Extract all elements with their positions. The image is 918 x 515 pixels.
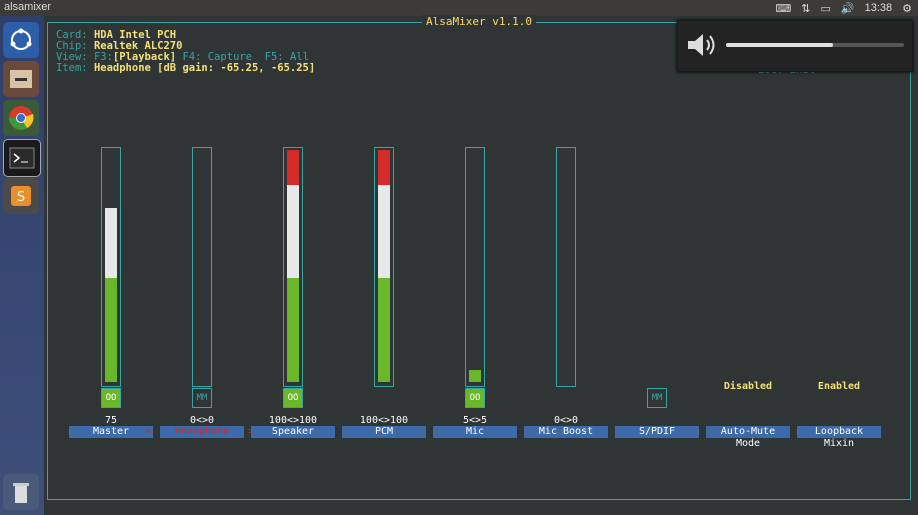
bar-fill-green <box>378 278 390 382</box>
bar-fill-white <box>105 208 117 278</box>
selection-left-marker: < <box>146 426 153 437</box>
system-tray: ⌨ ⇅ ▭ 🔊 13:38 ⚙ <box>775 0 912 16</box>
bar-fill-green <box>469 370 481 382</box>
trash-icon[interactable] <box>3 474 39 510</box>
control-name-7[interactable]: Auto-Mute Mode <box>706 426 790 449</box>
control-value-3: 100<>100 <box>359 415 409 426</box>
mute-toggle-2[interactable]: OO <box>283 388 303 408</box>
control-name-2[interactable]: Speaker <box>251 426 335 438</box>
chrome-icon[interactable] <box>3 100 39 136</box>
clock[interactable]: 13:38 <box>865 2 893 14</box>
speaker-icon <box>688 34 715 56</box>
control-value-4: 5<>5 <box>462 415 488 426</box>
control-status-7: Disabled <box>723 381 773 392</box>
terminal-icon[interactable] <box>3 139 41 177</box>
control-name-0[interactable]: Master <box>69 426 153 438</box>
alsamixer-title: AlsaMixer v1.1.0 <box>422 15 536 28</box>
bar-fill-red <box>378 150 390 185</box>
launcher: S <box>0 16 44 515</box>
files-icon[interactable] <box>3 61 39 97</box>
mute-toggle-0[interactable]: OO <box>101 388 121 408</box>
control-value-5: 0<>0 <box>553 415 579 426</box>
ubuntu-dash-icon[interactable] <box>3 22 39 58</box>
control-value-2: 100<>100 <box>268 415 318 426</box>
control-name-3[interactable]: PCM <box>342 426 426 438</box>
svg-text:S: S <box>17 190 25 205</box>
bar-fill-white <box>378 185 390 278</box>
volume-bar-2[interactable] <box>283 147 303 387</box>
volume-bar-1[interactable] <box>192 147 212 387</box>
mute-toggle-4[interactable]: OO <box>465 388 485 408</box>
volume-slider-fill <box>726 43 833 47</box>
mute-toggle-6[interactable]: MM <box>647 388 667 408</box>
control-status-8: Enabled <box>817 381 861 392</box>
volume-bar-0[interactable] <box>101 147 121 387</box>
control-name-4[interactable]: Mic <box>433 426 517 438</box>
bar-fill-white <box>287 185 299 278</box>
volume-bar-5[interactable] <box>556 147 576 387</box>
mute-toggle-1[interactable]: MM <box>192 388 212 408</box>
control-name-5[interactable]: Mic Boost <box>524 426 608 438</box>
volume-icon[interactable]: 🔊 <box>841 2 855 15</box>
control-value-1: 0<>0 <box>189 415 215 426</box>
battery-icon[interactable]: ▭ <box>820 2 830 15</box>
sublime-text-icon[interactable]: S <box>3 178 39 214</box>
control-name-6[interactable]: S/PDIF <box>615 426 699 438</box>
volume-slider[interactable] <box>726 43 904 47</box>
control-value-0: 75 <box>104 415 118 426</box>
bar-fill-green <box>105 278 117 382</box>
bar-fill-red <box>287 150 299 185</box>
control-name-8[interactable]: Loopback Mixin <box>797 426 881 449</box>
item-line: Item: Headphone [dB gain: -65.25, -65.25… <box>56 62 316 74</box>
bar-fill-green <box>287 278 299 382</box>
volume-popup <box>677 20 913 72</box>
volume-bar-3[interactable] <box>374 147 394 387</box>
gear-icon[interactable]: ⚙ <box>902 2 912 15</box>
control-name-1[interactable]: Headphone <box>160 426 244 438</box>
window-title: alsamixer <box>4 1 52 13</box>
volume-bar-4[interactable] <box>465 147 485 387</box>
keyboard-icon[interactable]: ⌨ <box>775 2 791 15</box>
top-panel: alsamixer ⌨ ⇅ ▭ 🔊 13:38 ⚙ <box>0 0 918 16</box>
sort-icon[interactable]: ⇅ <box>801 2 810 15</box>
